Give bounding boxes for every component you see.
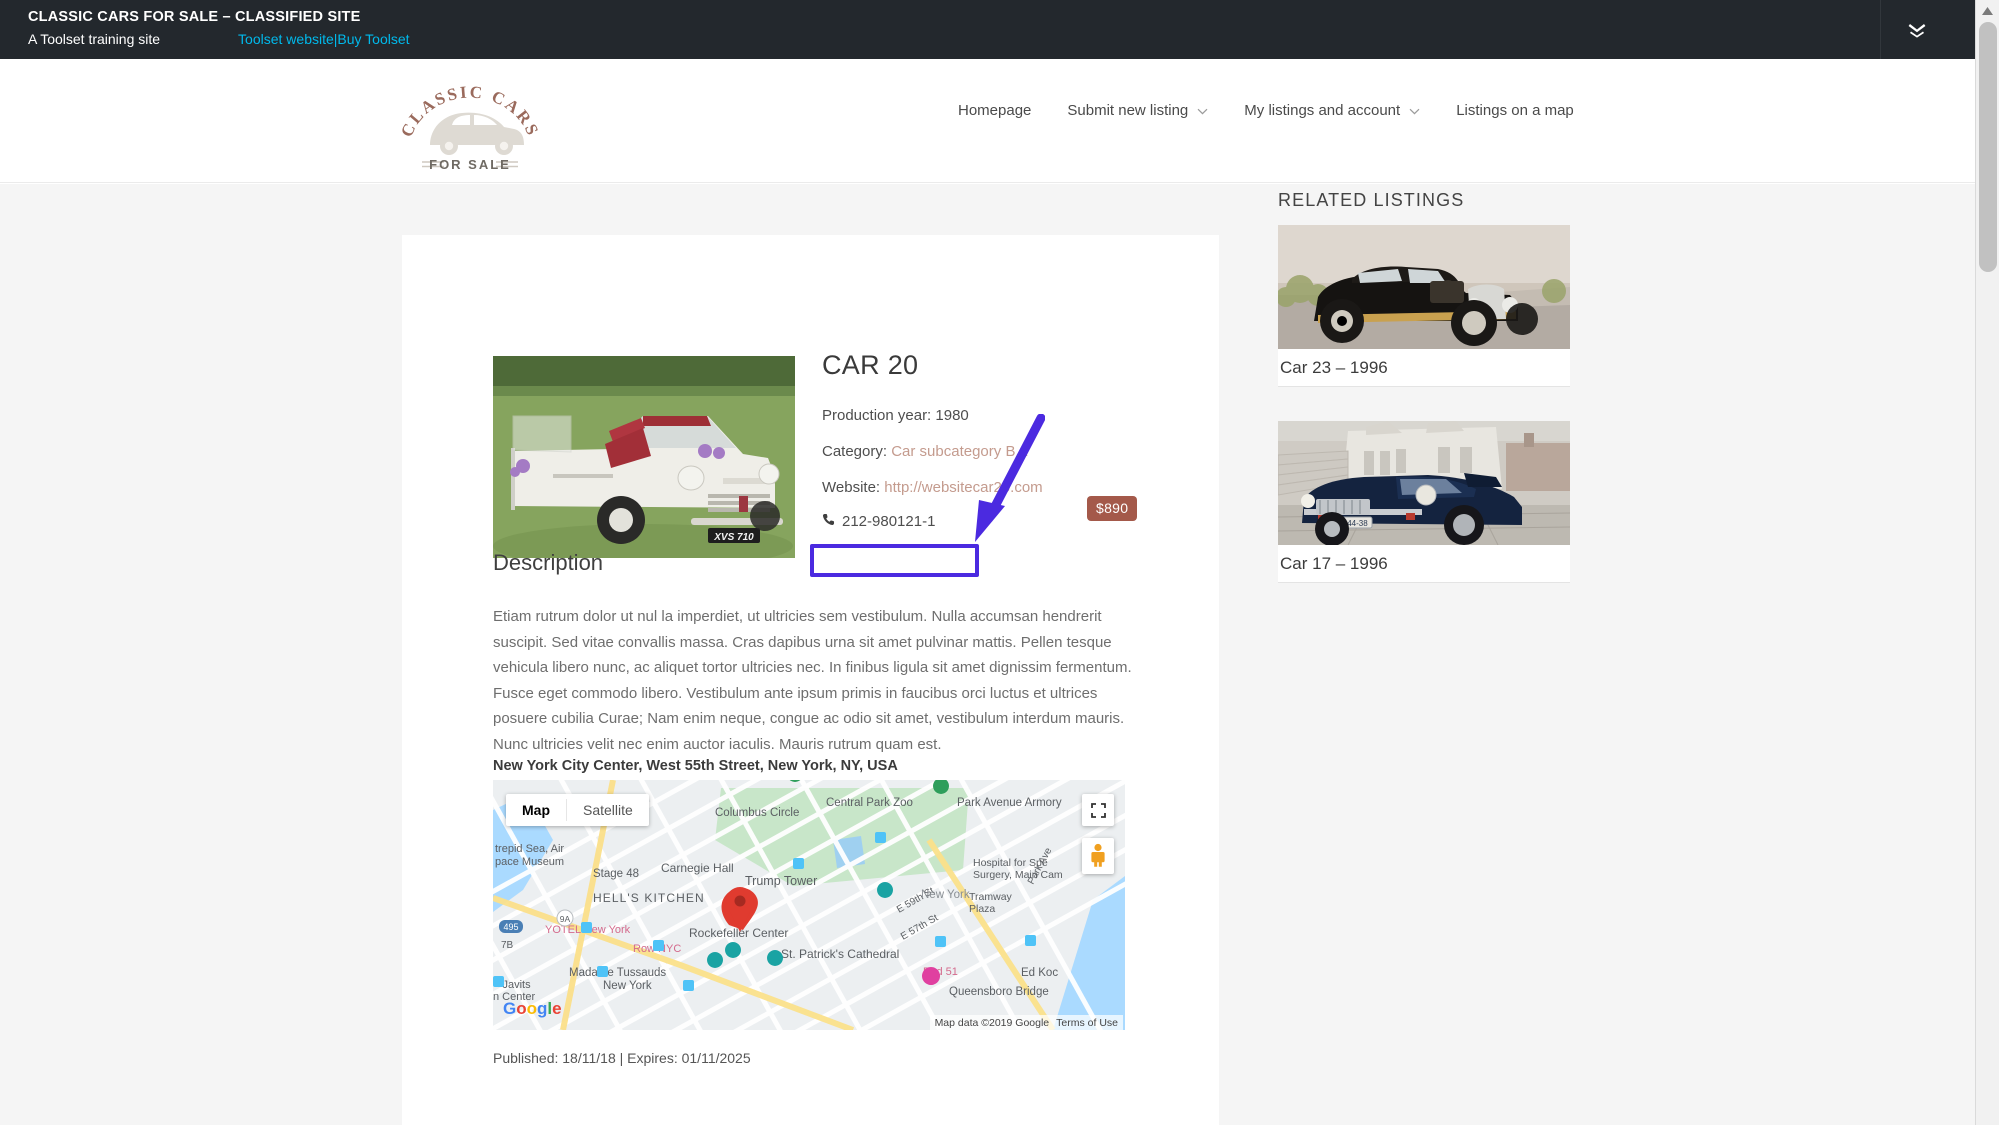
website-line: Website: http://websitecar20.com (822, 477, 1152, 498)
car-photo-image: XVS 710 (493, 356, 795, 558)
related-listing-label[interactable]: Car 17 – 1996 (1278, 545, 1570, 583)
site-tagline: A Toolset training site (28, 30, 160, 48)
svg-text:495: 495 (503, 922, 518, 932)
site-logo[interactable]: CLASSIC CARS FOR SALE (400, 67, 540, 173)
svg-text:Central Park Zoo: Central Park Zoo (826, 797, 913, 809)
nav-label: My listings and account (1244, 102, 1400, 119)
admin-bar-subrow: A Toolset training site Toolset website|… (28, 30, 410, 48)
logo-graphic: CLASSIC CARS FOR SALE (400, 67, 540, 173)
related-car-image-0 (1278, 225, 1570, 349)
page-scrollbar[interactable] (1975, 0, 1999, 1125)
wp-admin-bar: CLASSIC CARS FOR SALE – CLASSIFIED SITE … (0, 0, 1999, 59)
map-terms-of-use-link[interactable]: Terms of Use (1056, 1017, 1118, 1029)
svg-text:Carnegie Hall: Carnegie Hall (661, 861, 734, 875)
svg-text:pace Museum: pace Museum (495, 856, 564, 868)
street-view-pegman-icon (1089, 843, 1107, 869)
admin-bar-collapse-button[interactable] (1880, 0, 1952, 59)
street-view-pegman-button[interactable] (1082, 838, 1114, 874)
svg-text:HELL'S KITCHEN: HELL'S KITCHEN (593, 891, 705, 905)
svg-text:Trump Tower: Trump Tower (745, 874, 817, 888)
svg-text:FOR SALE: FOR SALE (429, 157, 511, 172)
nav-item-listings-on-a-map[interactable]: Listings on a map (1438, 102, 1592, 119)
site-title: CLASSIC CARS FOR SALE – CLASSIFIED SITE (28, 8, 410, 26)
related-listing-thumbnail[interactable]: Q-44-38 (1278, 421, 1570, 545)
production-year-line: Production year: 1980 (822, 405, 1152, 426)
google-logo: Google (503, 998, 565, 1024)
production-year-label: Production year: (822, 407, 931, 424)
svg-text:trepid Sea, Air: trepid Sea, Air (495, 843, 564, 855)
svg-text:New York: New York (603, 980, 652, 992)
description-block: Description Etiam rutrum dolor ut nul la… (493, 550, 1143, 757)
related-listing-label[interactable]: Car 23 – 1996 (1278, 349, 1570, 387)
admin-bar-left: CLASSIC CARS FOR SALE – CLASSIFIED SITE … (0, 0, 410, 48)
svg-text:Columbus Circle: Columbus Circle (715, 807, 799, 819)
scrollbar-up-arrow[interactable] (1976, 0, 1999, 22)
description-text: Etiam rutrum dolor ut nul la imperdiet, … (493, 604, 1143, 757)
svg-text:XVS 710: XVS 710 (713, 532, 754, 543)
svg-text:Plaza: Plaza (969, 903, 995, 915)
svg-text:Park Avenue Armory: Park Avenue Armory (957, 797, 1062, 809)
map-type-control: Map Satellite (506, 794, 649, 826)
svg-text:Ed Koc: Ed Koc (1021, 967, 1058, 979)
svg-text:7B: 7B (501, 940, 514, 951)
nav-item-my-listings-and-account[interactable]: My listings and account (1226, 102, 1438, 119)
published-expires-line: Published: 18/11/18 | Expires: 01/11/202… (493, 1050, 751, 1066)
svg-text:Tramway: Tramway (969, 891, 1013, 903)
svg-text:Surgery, Main Cam: Surgery, Main Cam (973, 869, 1063, 881)
scrollbar-thumb[interactable] (1979, 22, 1997, 272)
main-navigation: Homepage Submit new listing My listings … (940, 102, 1592, 119)
phone-value: 212-980121-1 (842, 513, 935, 530)
related-car-image-1: Q-44-38 (1278, 421, 1570, 545)
page-body: XVS 710 CAR 20 Production year: 1980 Cat… (0, 184, 1975, 1125)
website-value-link[interactable]: http://websitecar20.com (884, 479, 1042, 496)
listing-photo[interactable]: XVS 710 (493, 356, 795, 558)
map-type-button-satellite[interactable]: Satellite (567, 794, 649, 826)
category-label: Category: (822, 443, 887, 460)
nav-item-submit-new-listing[interactable]: Submit new listing (1049, 102, 1226, 119)
map-attribution: Map data ©2019 Google Terms of Use (930, 1015, 1123, 1030)
price-badge: $890 (1087, 496, 1137, 521)
related-listing-card[interactable]: Car 23 – 1996 (1278, 225, 1570, 387)
map-fullscreen-button[interactable] (1082, 794, 1114, 826)
nav-label: Homepage (958, 102, 1031, 119)
related-listing-thumbnail[interactable] (1278, 225, 1570, 349)
related-listings-title: RELATED LISTINGS (1278, 190, 1464, 211)
admin-bar-links: Toolset website|Buy Toolset (238, 30, 409, 48)
nav-item-homepage[interactable]: Homepage (940, 102, 1049, 119)
production-year-value: 1980 (935, 407, 968, 424)
website-label: Website: (822, 479, 880, 496)
svg-text:Queensboro Bridge: Queensboro Bridge (949, 986, 1049, 998)
map-type-button-map[interactable]: Map (506, 794, 566, 826)
listing-card: XVS 710 CAR 20 Production year: 1980 Cat… (402, 235, 1219, 1125)
nav-label: Listings on a map (1456, 102, 1574, 119)
fullscreen-icon (1091, 803, 1106, 818)
map-data-credit: Map data ©2019 Google (935, 1017, 1050, 1029)
page-title: CAR 20 (822, 350, 1152, 381)
toolset-website-link[interactable]: Toolset website (238, 31, 334, 47)
buy-toolset-link[interactable]: Buy Toolset (337, 31, 409, 47)
svg-text:St. Patrick's Cathedral: St. Patrick's Cathedral (781, 947, 899, 961)
triangle-up-icon (1982, 7, 1993, 15)
listing-map[interactable]: Columbus Circle Central Park Zoo Park Av… (493, 780, 1125, 1030)
listing-address: New York City Center, West 55th Street, … (493, 758, 1143, 774)
svg-text:New York: New York (921, 889, 970, 901)
svg-text:9A: 9A (560, 914, 571, 924)
svg-text:Google: Google (503, 999, 562, 1018)
site-header: CLASSIC CARS FOR SALE (0, 59, 1975, 183)
category-value-link[interactable]: Car subcategory B.2 (891, 443, 1028, 460)
svg-text:Madame Tussauds: Madame Tussauds (569, 967, 666, 979)
phone-icon (822, 513, 835, 530)
category-line: Category: Car subcategory B.2 (822, 441, 1152, 462)
description-heading: Description (493, 550, 1143, 576)
svg-text:Stage 48: Stage 48 (593, 868, 639, 880)
chevron-down-icon (1197, 102, 1208, 119)
related-listing-card[interactable]: Q-44-38 Car 17 – 1996 (1278, 421, 1570, 583)
chevron-down-icon (1409, 102, 1420, 119)
nav-label: Submit new listing (1067, 102, 1188, 119)
double-chevron-down-icon (1907, 21, 1927, 39)
